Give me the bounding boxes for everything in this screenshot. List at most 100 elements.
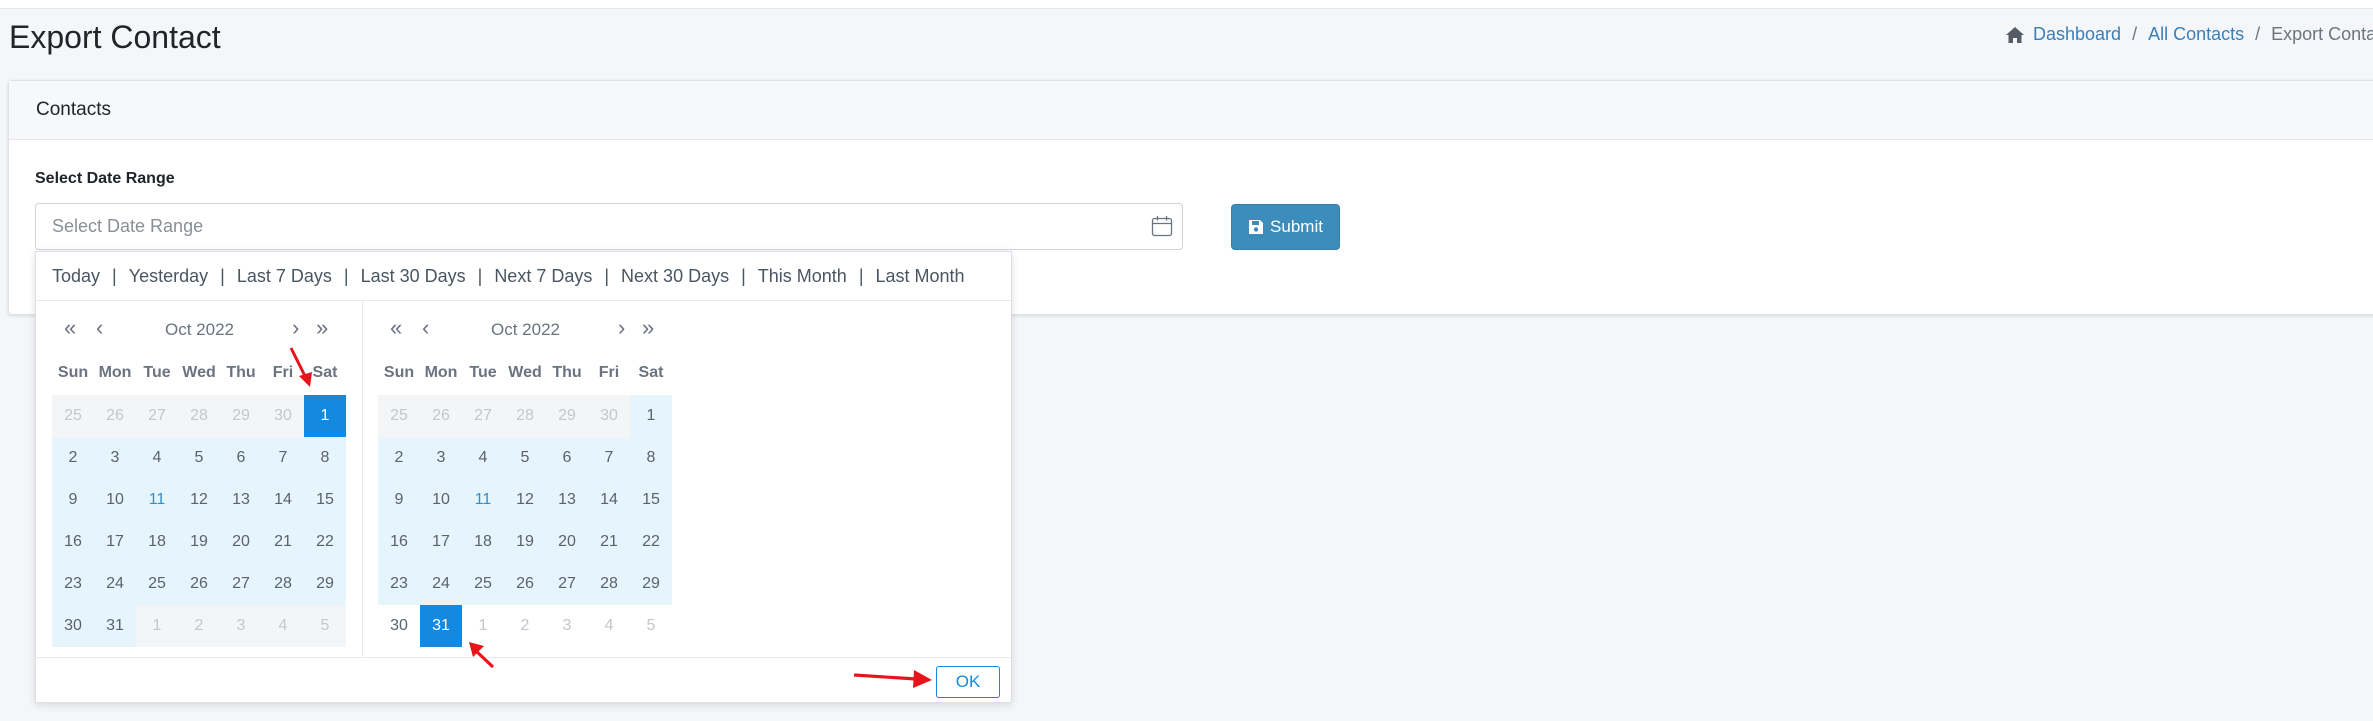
calendar-day[interactable]: 1 bbox=[630, 395, 672, 437]
calendar-day[interactable]: 8 bbox=[630, 437, 672, 479]
calendar-day[interactable]: 21 bbox=[588, 521, 630, 563]
calendar-day[interactable]: 4 bbox=[462, 437, 504, 479]
calendar-day[interactable]: 11 bbox=[462, 479, 504, 521]
calendar-day[interactable]: 13 bbox=[220, 479, 262, 521]
calendar-day[interactable]: 31 bbox=[420, 605, 462, 647]
calendar-day[interactable]: 25 bbox=[136, 563, 178, 605]
calendar-day[interactable]: 4 bbox=[262, 605, 304, 647]
shortcut-yesterday[interactable]: Yesterday bbox=[129, 266, 208, 287]
calendar-day[interactable]: 16 bbox=[52, 521, 94, 563]
calendar-day[interactable]: 26 bbox=[420, 395, 462, 437]
calendar-day[interactable]: 27 bbox=[136, 395, 178, 437]
calendar-day[interactable]: 30 bbox=[52, 605, 94, 647]
calendar-day[interactable]: 17 bbox=[94, 521, 136, 563]
calendar-day[interactable]: 25 bbox=[462, 563, 504, 605]
calendar-day[interactable]: 26 bbox=[178, 563, 220, 605]
calendar-day[interactable]: 27 bbox=[462, 395, 504, 437]
calendar-day[interactable]: 9 bbox=[378, 479, 420, 521]
calendar-day[interactable]: 23 bbox=[52, 563, 94, 605]
calendar-day[interactable]: 5 bbox=[630, 605, 672, 647]
calendar-day[interactable]: 2 bbox=[504, 605, 546, 647]
calendar-day[interactable]: 1 bbox=[304, 395, 346, 437]
calendar-day[interactable]: 30 bbox=[262, 395, 304, 437]
calendar-day[interactable]: 1 bbox=[136, 605, 178, 647]
calendar-day[interactable]: 20 bbox=[546, 521, 588, 563]
calendar-day[interactable]: 5 bbox=[504, 437, 546, 479]
calendar-day[interactable]: 13 bbox=[546, 479, 588, 521]
shortcut-today[interactable]: Today bbox=[52, 266, 100, 287]
breadcrumb-dashboard-link[interactable]: Dashboard bbox=[2033, 24, 2121, 45]
calendar-day[interactable]: 28 bbox=[262, 563, 304, 605]
calendar-day[interactable]: 28 bbox=[504, 395, 546, 437]
shortcut-last-month[interactable]: Last Month bbox=[876, 266, 965, 287]
calendar-day[interactable]: 12 bbox=[178, 479, 220, 521]
calendar-day[interactable]: 15 bbox=[630, 479, 672, 521]
calendar-day[interactable]: 23 bbox=[378, 563, 420, 605]
calendar-day[interactable]: 8 bbox=[304, 437, 346, 479]
calendar-day[interactable]: 30 bbox=[588, 395, 630, 437]
calendar-day[interactable]: 27 bbox=[220, 563, 262, 605]
breadcrumb-all-contacts-link[interactable]: All Contacts bbox=[2148, 24, 2244, 45]
calendar-day[interactable]: 29 bbox=[220, 395, 262, 437]
next-year-button[interactable]: » bbox=[642, 315, 654, 341]
shortcut-last-30-days[interactable]: Last 30 Days bbox=[361, 266, 466, 287]
calendar-day[interactable]: 27 bbox=[546, 563, 588, 605]
calendar-day[interactable]: 3 bbox=[420, 437, 462, 479]
ok-button[interactable]: OK bbox=[936, 666, 1000, 698]
calendar-day[interactable]: 29 bbox=[304, 563, 346, 605]
calendar-day[interactable]: 14 bbox=[588, 479, 630, 521]
calendar-day[interactable]: 6 bbox=[220, 437, 262, 479]
calendar-day[interactable]: 29 bbox=[630, 563, 672, 605]
calendar-day[interactable]: 29 bbox=[546, 395, 588, 437]
calendar-day[interactable]: 18 bbox=[462, 521, 504, 563]
calendar-day[interactable]: 7 bbox=[262, 437, 304, 479]
month-label[interactable]: Oct 2022 bbox=[378, 320, 673, 340]
calendar-day[interactable]: 28 bbox=[178, 395, 220, 437]
calendar-day[interactable]: 5 bbox=[178, 437, 220, 479]
calendar-day[interactable]: 4 bbox=[588, 605, 630, 647]
date-range-input[interactable] bbox=[35, 203, 1183, 250]
calendar-day[interactable]: 25 bbox=[52, 395, 94, 437]
calendar-day[interactable]: 10 bbox=[94, 479, 136, 521]
next-month-button[interactable]: › bbox=[292, 315, 299, 341]
calendar-day[interactable]: 14 bbox=[262, 479, 304, 521]
calendar-day[interactable]: 18 bbox=[136, 521, 178, 563]
calendar-day[interactable]: 19 bbox=[178, 521, 220, 563]
next-month-button[interactable]: › bbox=[618, 315, 625, 341]
calendar-day[interactable]: 16 bbox=[378, 521, 420, 563]
calendar-day[interactable]: 22 bbox=[630, 521, 672, 563]
calendar-day[interactable]: 21 bbox=[262, 521, 304, 563]
calendar-day[interactable]: 11 bbox=[136, 479, 178, 521]
calendar-day[interactable]: 28 bbox=[588, 563, 630, 605]
submit-button[interactable]: Submit bbox=[1231, 204, 1340, 250]
calendar-day[interactable]: 31 bbox=[94, 605, 136, 647]
calendar-day[interactable]: 19 bbox=[504, 521, 546, 563]
calendar-day[interactable]: 2 bbox=[378, 437, 420, 479]
calendar-day[interactable]: 3 bbox=[94, 437, 136, 479]
calendar-day[interactable]: 7 bbox=[588, 437, 630, 479]
calendar-day[interactable]: 2 bbox=[52, 437, 94, 479]
calendar-day[interactable]: 25 bbox=[378, 395, 420, 437]
calendar-day[interactable]: 6 bbox=[546, 437, 588, 479]
shortcut-next-30-days[interactable]: Next 30 Days bbox=[621, 266, 729, 287]
calendar-day[interactable]: 17 bbox=[420, 521, 462, 563]
calendar-day[interactable]: 4 bbox=[136, 437, 178, 479]
calendar-day[interactable]: 10 bbox=[420, 479, 462, 521]
calendar-day[interactable]: 24 bbox=[94, 563, 136, 605]
calendar-day[interactable]: 22 bbox=[304, 521, 346, 563]
calendar-day[interactable]: 3 bbox=[220, 605, 262, 647]
calendar-day[interactable]: 3 bbox=[546, 605, 588, 647]
calendar-day[interactable]: 24 bbox=[420, 563, 462, 605]
calendar-day[interactable]: 26 bbox=[94, 395, 136, 437]
calendar-day[interactable]: 26 bbox=[504, 563, 546, 605]
next-year-button[interactable]: » bbox=[316, 315, 328, 341]
calendar-day[interactable]: 20 bbox=[220, 521, 262, 563]
month-label[interactable]: Oct 2022 bbox=[52, 320, 347, 340]
calendar-day[interactable]: 12 bbox=[504, 479, 546, 521]
calendar-day[interactable]: 9 bbox=[52, 479, 94, 521]
calendar-day[interactable]: 2 bbox=[178, 605, 220, 647]
calendar-day[interactable]: 15 bbox=[304, 479, 346, 521]
calendar-day[interactable]: 30 bbox=[378, 605, 420, 647]
shortcut-this-month[interactable]: This Month bbox=[758, 266, 847, 287]
shortcut-next-7-days[interactable]: Next 7 Days bbox=[494, 266, 592, 287]
